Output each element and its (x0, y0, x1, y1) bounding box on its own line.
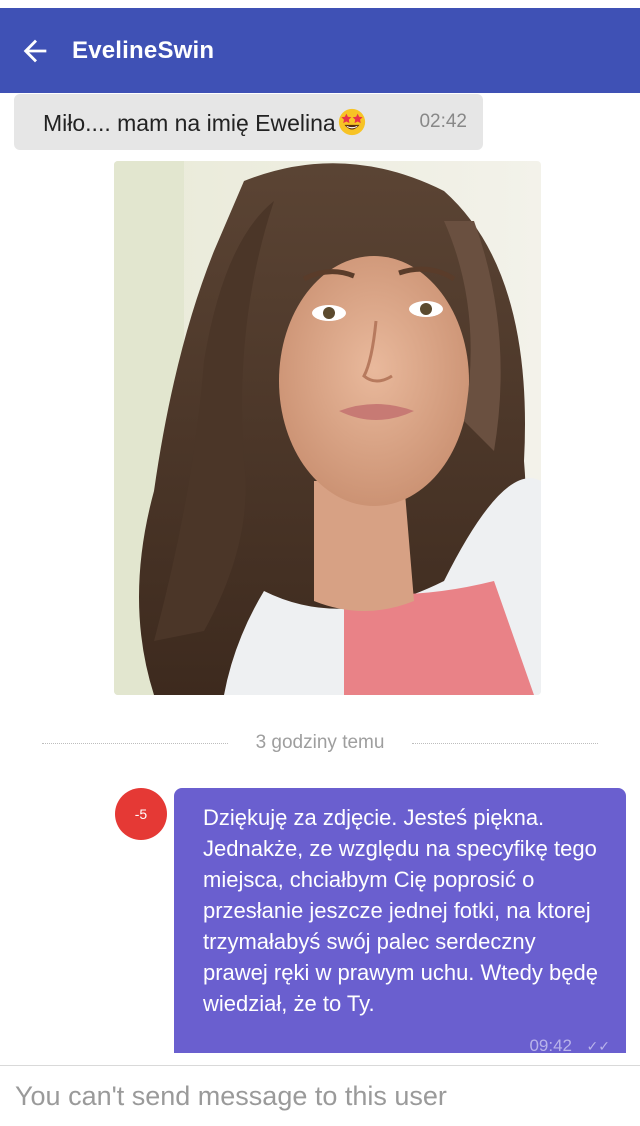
message-composer: You can't send message to this user (0, 1065, 640, 1126)
read-receipt-icon: ✓✓ (586, 1038, 610, 1053)
status-strip (0, 0, 640, 8)
message-list[interactable]: Miło.... mam na imię Ewelina 02:42 3 god… (0, 93, 640, 1053)
chat-title: EvelineSwin (72, 36, 215, 64)
date-divider: 3 godziny temu (42, 729, 599, 757)
app-bar: EvelineSwin (0, 8, 640, 93)
outgoing-message-text: Dziękuję za zdjęcie. Jesteś piękna. Jedn… (203, 805, 598, 1016)
incoming-message-time: 02:42 (419, 111, 467, 132)
outgoing-message[interactable]: Dziękuję za zdjęcie. Jesteś piękna. Jedn… (174, 788, 626, 1053)
outgoing-message-time: 09:42 (529, 1036, 572, 1053)
message-score-badge: -5 (115, 788, 167, 840)
divider-line-left (42, 742, 228, 744)
divider-line-right (412, 742, 599, 744)
incoming-message-text: Miło.... mam na imię Ewelina (43, 107, 367, 137)
divider-label: 3 godziny temu (255, 732, 385, 753)
star-struck-emoji-icon (338, 108, 365, 136)
arrow-left-icon (23, 39, 47, 62)
composer-disabled-text: You can't send message to this user (15, 1080, 447, 1111)
selfie-image (114, 161, 541, 695)
photo-attachment[interactable] (114, 161, 541, 695)
incoming-message[interactable]: Miło.... mam na imię Ewelina 02:42 (14, 94, 483, 150)
back-button[interactable] (0, 8, 70, 93)
